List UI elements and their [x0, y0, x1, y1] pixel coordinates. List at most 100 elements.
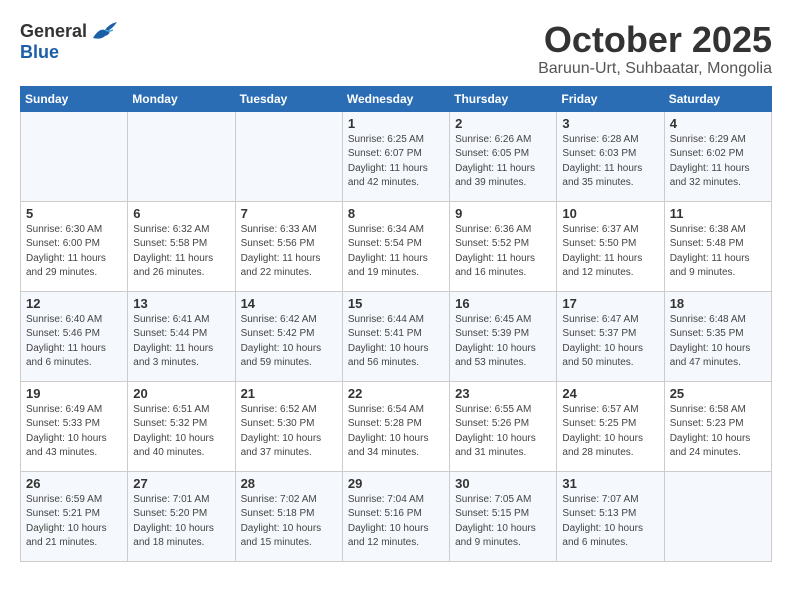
day-info: Sunrise: 6:52 AM Sunset: 5:30 PM Dayligh…: [241, 403, 337, 461]
day-info: Sunrise: 6:25 AM Sunset: 6:07 PM Dayligh…: [348, 133, 444, 191]
day-number: 16: [455, 296, 551, 311]
calendar-cell: 15Sunrise: 6:44 AM Sunset: 5:41 PM Dayli…: [342, 291, 449, 381]
calendar-cell: 8 Sunrise: 6:34 AM Sunset: 5:54 PM Daylig…: [342, 201, 449, 291]
day-number: 17: [562, 296, 658, 311]
header: General Blue October 2025 Baruun-Urt, Su…: [20, 20, 772, 78]
day-number: 18: [670, 296, 766, 311]
day-header-tuesday: Tuesday: [235, 86, 342, 111]
calendar-cell: 12Sunrise: 6:40 AM Sunset: 5:46 PM Dayli…: [21, 291, 128, 381]
calendar-title: October 2025: [538, 20, 772, 60]
day-info: Sunrise: 7:04 AM Sunset: 5:16 PM Dayligh…: [348, 493, 444, 551]
calendar-week-3: 12Sunrise: 6:40 AM Sunset: 5:46 PM Dayli…: [21, 291, 772, 381]
day-info: Sunrise: 6:36 AM Sunset: 5:52 PM Dayligh…: [455, 223, 551, 281]
day-info: Sunrise: 6:51 AM Sunset: 5:32 PM Dayligh…: [133, 403, 229, 461]
day-number: 28: [241, 476, 337, 491]
day-header-thursday: Thursday: [450, 86, 557, 111]
calendar-cell: 1 Sunrise: 6:25 AM Sunset: 6:07 PM Daylig…: [342, 111, 449, 201]
day-info: Sunrise: 6:57 AM Sunset: 5:25 PM Dayligh…: [562, 403, 658, 461]
calendar-cell: 29 Sunrise: 7:04 AM Sunset: 5:16 PM Dayli…: [342, 471, 449, 561]
calendar-cell: 6 Sunrise: 6:32 AM Sunset: 5:58 PM Daylig…: [128, 201, 235, 291]
logo: General Blue: [20, 20, 119, 63]
calendar-cell: 5 Sunrise: 6:30 AM Sunset: 6:00 PM Daylig…: [21, 201, 128, 291]
logo-general-text: General: [20, 21, 87, 42]
day-header-monday: Monday: [128, 86, 235, 111]
day-info: Sunrise: 7:02 AM Sunset: 5:18 PM Dayligh…: [241, 493, 337, 551]
calendar-cell: 16 Sunrise: 6:45 AM Sunset: 5:39 PM Dayli…: [450, 291, 557, 381]
calendar-cell: 4Sunrise: 6:29 AM Sunset: 6:02 PM Daylig…: [664, 111, 771, 201]
day-info: Sunrise: 6:58 AM Sunset: 5:23 PM Dayligh…: [670, 403, 766, 461]
calendar-cell: 24Sunrise: 6:57 AM Sunset: 5:25 PM Dayli…: [557, 381, 664, 471]
calendar-cell: [21, 111, 128, 201]
calendar-week-4: 19 Sunrise: 6:49 AM Sunset: 5:33 PM Dayli…: [21, 381, 772, 471]
calendar-cell: 27 Sunrise: 7:01 AM Sunset: 5:20 PM Dayli…: [128, 471, 235, 561]
day-info: Sunrise: 6:32 AM Sunset: 5:58 PM Dayligh…: [133, 223, 229, 281]
day-info: Sunrise: 6:34 AM Sunset: 5:54 PM Dayligh…: [348, 223, 444, 281]
calendar-cell: 30 Sunrise: 7:05 AM Sunset: 5:15 PM Dayli…: [450, 471, 557, 561]
day-header-sunday: Sunday: [21, 86, 128, 111]
calendar-cell: 18 Sunrise: 6:48 AM Sunset: 5:35 PM Dayli…: [664, 291, 771, 381]
day-number: 29: [348, 476, 444, 491]
day-number: 6: [133, 206, 229, 221]
day-number: 3: [562, 116, 658, 131]
day-info: Sunrise: 6:26 AM Sunset: 6:05 PM Dayligh…: [455, 133, 551, 191]
calendar-cell: 28 Sunrise: 7:02 AM Sunset: 5:18 PM Dayli…: [235, 471, 342, 561]
calendar-week-5: 26 Sunrise: 6:59 AM Sunset: 5:21 PM Dayli…: [21, 471, 772, 561]
day-info: Sunrise: 7:01 AM Sunset: 5:20 PM Dayligh…: [133, 493, 229, 551]
calendar-cell: 3Sunrise: 6:28 AM Sunset: 6:03 PM Daylig…: [557, 111, 664, 201]
day-header-friday: Friday: [557, 86, 664, 111]
day-info: Sunrise: 6:44 AM Sunset: 5:41 PM Dayligh…: [348, 313, 444, 371]
day-number: 13: [133, 296, 229, 311]
day-number: 20: [133, 386, 229, 401]
page: General Blue October 2025 Baruun-Urt, Su…: [0, 0, 792, 572]
day-number: 19: [26, 386, 122, 401]
calendar-cell: 26 Sunrise: 6:59 AM Sunset: 5:21 PM Dayli…: [21, 471, 128, 561]
day-info: Sunrise: 6:29 AM Sunset: 6:02 PM Dayligh…: [670, 133, 766, 191]
day-number: 23: [455, 386, 551, 401]
calendar-cell: 9 Sunrise: 6:36 AM Sunset: 5:52 PM Daylig…: [450, 201, 557, 291]
calendar-cell: 31 Sunrise: 7:07 AM Sunset: 5:13 PM Dayli…: [557, 471, 664, 561]
day-number: 14: [241, 296, 337, 311]
day-number: 1: [348, 116, 444, 131]
day-info: Sunrise: 6:30 AM Sunset: 6:00 PM Dayligh…: [26, 223, 122, 281]
calendar-cell: 11Sunrise: 6:38 AM Sunset: 5:48 PM Dayli…: [664, 201, 771, 291]
calendar-cell: 21Sunrise: 6:52 AM Sunset: 5:30 PM Dayli…: [235, 381, 342, 471]
day-info: Sunrise: 6:45 AM Sunset: 5:39 PM Dayligh…: [455, 313, 551, 371]
day-number: 27: [133, 476, 229, 491]
day-info: Sunrise: 6:47 AM Sunset: 5:37 PM Dayligh…: [562, 313, 658, 371]
calendar-subtitle: Baruun-Urt, Suhbaatar, Mongolia: [538, 60, 772, 78]
calendar-cell: 23 Sunrise: 6:55 AM Sunset: 5:26 PM Dayli…: [450, 381, 557, 471]
calendar-cell: 7Sunrise: 6:33 AM Sunset: 5:56 PM Daylig…: [235, 201, 342, 291]
day-info: Sunrise: 6:41 AM Sunset: 5:44 PM Dayligh…: [133, 313, 229, 371]
day-number: 8: [348, 206, 444, 221]
calendar-week-1: 1 Sunrise: 6:25 AM Sunset: 6:07 PM Daylig…: [21, 111, 772, 201]
day-info: Sunrise: 6:59 AM Sunset: 5:21 PM Dayligh…: [26, 493, 122, 551]
day-header-wednesday: Wednesday: [342, 86, 449, 111]
day-info: Sunrise: 7:05 AM Sunset: 5:15 PM Dayligh…: [455, 493, 551, 551]
day-info: Sunrise: 6:54 AM Sunset: 5:28 PM Dayligh…: [348, 403, 444, 461]
logo-bird-icon: [91, 20, 119, 42]
calendar-cell: 25Sunrise: 6:58 AM Sunset: 5:23 PM Dayli…: [664, 381, 771, 471]
day-number: 26: [26, 476, 122, 491]
day-info: Sunrise: 6:55 AM Sunset: 5:26 PM Dayligh…: [455, 403, 551, 461]
calendar-cell: 2 Sunrise: 6:26 AM Sunset: 6:05 PM Daylig…: [450, 111, 557, 201]
calendar-cell: 17 Sunrise: 6:47 AM Sunset: 5:37 PM Dayli…: [557, 291, 664, 381]
day-info: Sunrise: 6:48 AM Sunset: 5:35 PM Dayligh…: [670, 313, 766, 371]
day-info: Sunrise: 7:07 AM Sunset: 5:13 PM Dayligh…: [562, 493, 658, 551]
day-number: 11: [670, 206, 766, 221]
day-number: 31: [562, 476, 658, 491]
calendar-cell: [128, 111, 235, 201]
logo-blue-text: Blue: [20, 42, 59, 63]
day-number: 9: [455, 206, 551, 221]
day-info: Sunrise: 6:49 AM Sunset: 5:33 PM Dayligh…: [26, 403, 122, 461]
header-row: SundayMondayTuesdayWednesdayThursdayFrid…: [21, 86, 772, 111]
day-number: 5: [26, 206, 122, 221]
day-number: 30: [455, 476, 551, 491]
calendar-cell: [235, 111, 342, 201]
day-number: 2: [455, 116, 551, 131]
day-info: Sunrise: 6:37 AM Sunset: 5:50 PM Dayligh…: [562, 223, 658, 281]
day-info: Sunrise: 6:33 AM Sunset: 5:56 PM Dayligh…: [241, 223, 337, 281]
calendar-cell: [664, 471, 771, 561]
title-block: October 2025 Baruun-Urt, Suhbaatar, Mong…: [538, 20, 772, 78]
day-number: 10: [562, 206, 658, 221]
day-header-saturday: Saturday: [664, 86, 771, 111]
